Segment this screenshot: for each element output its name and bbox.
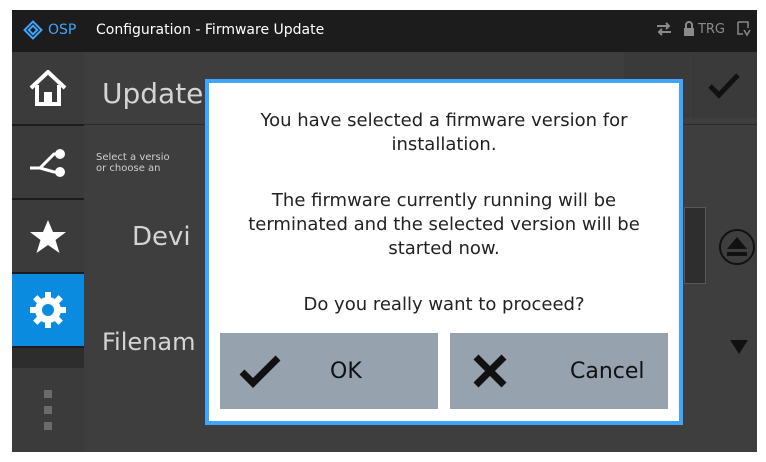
cancel-button[interactable]: Cancel: [450, 333, 668, 409]
swap-arrows-icon: [656, 22, 671, 36]
message-line: The firmware currently running will be: [271, 190, 617, 211]
filename-label: Filenam: [102, 328, 196, 356]
page-description: Select a versio or choose an: [96, 152, 170, 174]
title-bar: OSP Configuration - Firmware Update TRG: [12, 10, 757, 52]
chevron-down-icon[interactable]: [730, 340, 748, 354]
description-line: or choose an: [96, 163, 161, 174]
dialog-message: The firmware currently running will be t…: [209, 189, 679, 261]
nav-settings[interactable]: [12, 274, 84, 346]
message-line: installation.: [391, 134, 497, 155]
message-line: You have selected a firmware version for: [260, 110, 628, 131]
trg-label: TRG: [697, 21, 725, 37]
checkmark-icon: [708, 73, 740, 99]
nav-signal-path[interactable]: [12, 126, 84, 198]
description-line: Select a versio: [96, 152, 170, 163]
home-icon: [29, 70, 67, 106]
dialog-message: You have selected a firmware version for…: [209, 109, 679, 157]
nav-divider: [12, 346, 84, 348]
confirm-button[interactable]: [691, 52, 757, 118]
cancel-button-label: Cancel: [570, 358, 645, 384]
app-window: OSP Configuration - Firmware Update TRG: [12, 10, 757, 452]
ok-button-label: OK: [330, 358, 362, 384]
nav-favorites[interactable]: [12, 200, 84, 272]
dialog-question: Do you really want to proceed?: [303, 294, 585, 315]
screen-down-icon[interactable]: [735, 20, 751, 38]
nav-home[interactable]: [12, 52, 84, 124]
device-field[interactable]: [684, 207, 706, 284]
ok-button[interactable]: OK: [220, 333, 438, 409]
gear-icon: [30, 292, 66, 328]
nav-more[interactable]: [12, 368, 84, 452]
star-icon: [30, 220, 66, 253]
page-title: Update: [102, 77, 204, 110]
lock-trg-indicator: TRG: [683, 21, 725, 37]
device-label: Devi: [132, 222, 191, 252]
message-line: started now.: [388, 238, 500, 259]
more-dots-icon: [44, 390, 52, 430]
close-icon: [450, 353, 530, 389]
network-path-icon: [30, 149, 65, 177]
message-line: terminated and the selected version will…: [248, 214, 640, 235]
checkmark-icon: [220, 354, 300, 388]
side-navigation: [12, 52, 84, 452]
lock-icon: [683, 21, 694, 36]
brand-label: OSP: [48, 22, 77, 38]
confirm-dialog: You have selected a firmware version for…: [205, 79, 683, 425]
eject-icon[interactable]: [718, 228, 756, 266]
status-icons: TRG: [655, 20, 751, 38]
osp-logo-icon: [23, 20, 43, 40]
window-title: Configuration - Firmware Update: [96, 22, 325, 38]
